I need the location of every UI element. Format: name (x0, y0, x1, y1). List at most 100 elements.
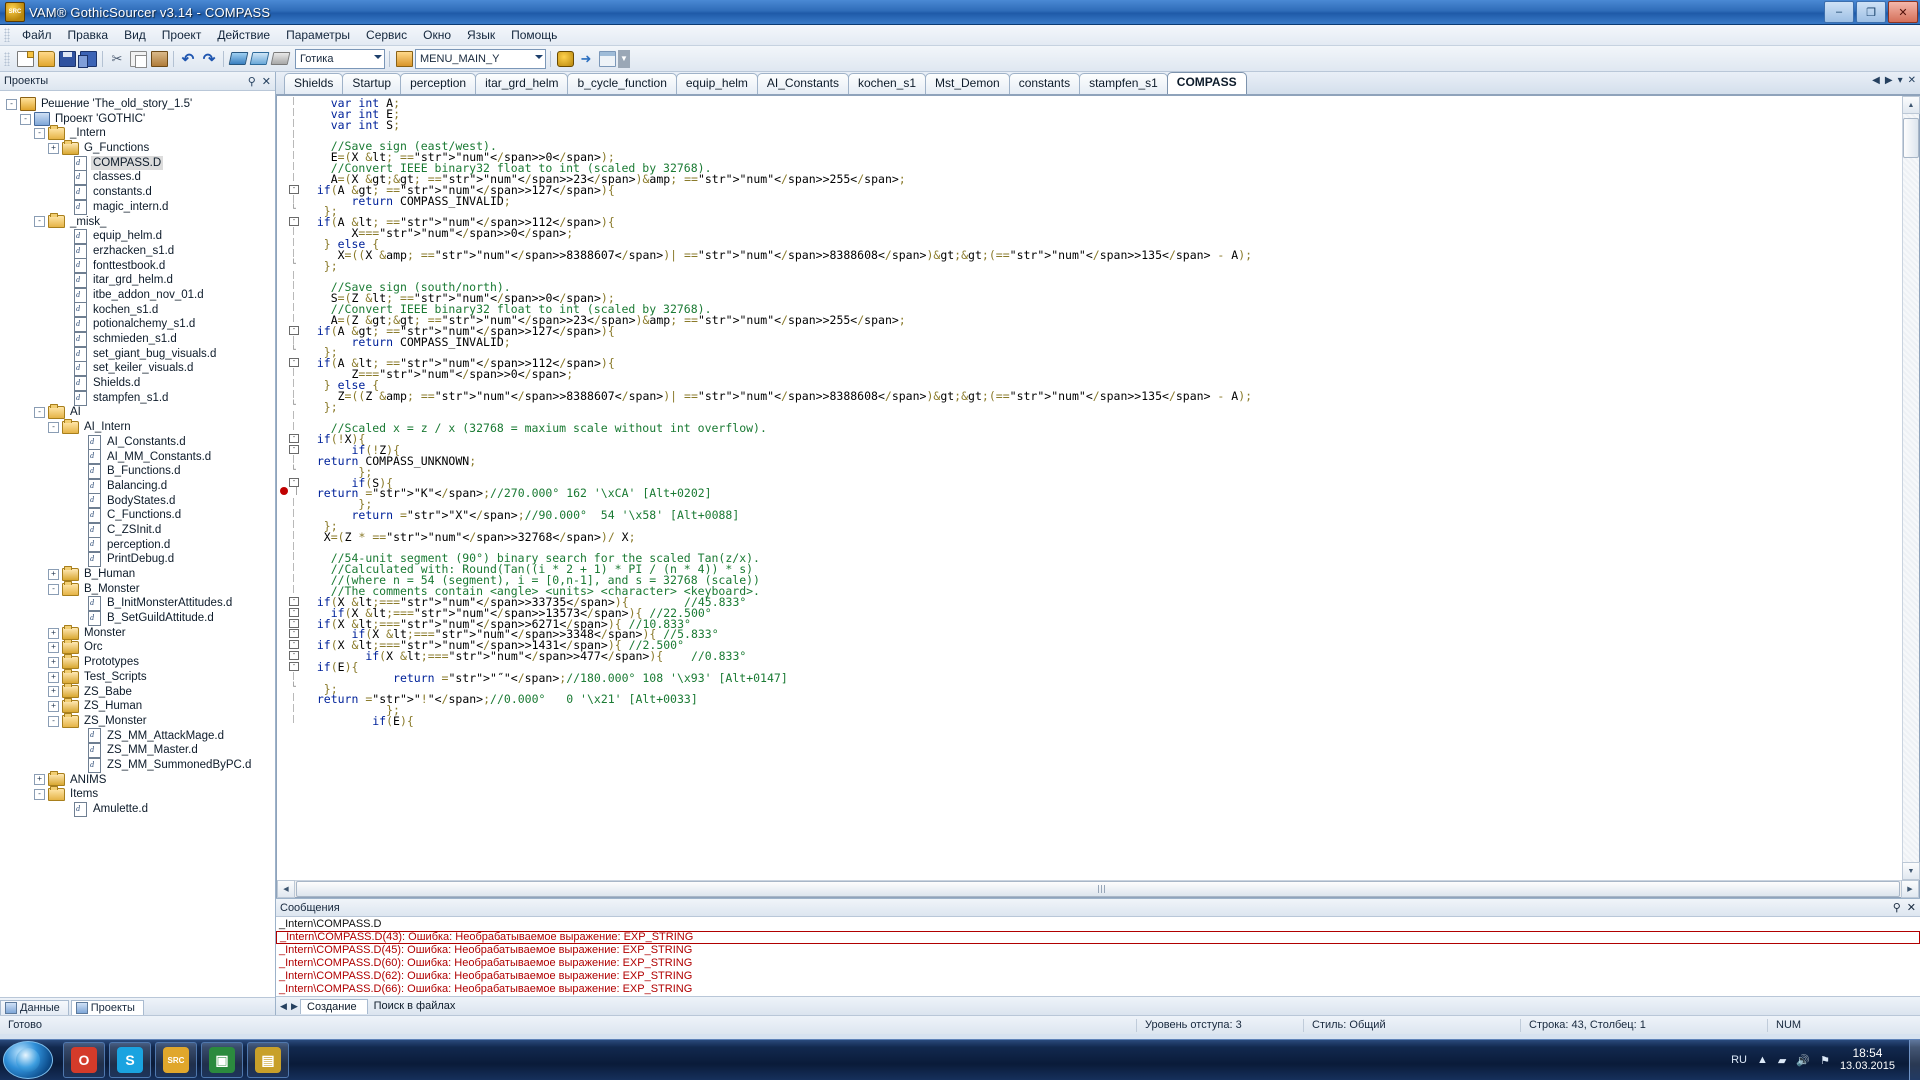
tree-item[interactable]: + Orc (6, 639, 275, 655)
fold-marker[interactable]: - (277, 660, 303, 671)
tree-item[interactable]: AI_Constants.d (6, 434, 275, 450)
fold-marker[interactable]: | (277, 378, 303, 389)
fold-marker[interactable]: | (277, 280, 303, 291)
tree-item[interactable]: fonttestbook.d (6, 258, 275, 274)
collapse-icon[interactable]: - (34, 128, 45, 140)
scroll-left-button[interactable]: ◀ (277, 880, 295, 898)
menu-help[interactable]: Помощь (503, 26, 565, 44)
symbol-select[interactable]: MENU_MAIN_Y (415, 48, 546, 69)
fold-marker[interactable]: | (277, 497, 303, 508)
fold-marker[interactable]: | (277, 226, 303, 237)
tree-item[interactable]: ZS_MM_SummonedByPC.d (6, 757, 275, 773)
tree-item[interactable]: - Решение 'The_old_story_1.5' (6, 97, 275, 112)
fold-marker[interactable]: | (277, 172, 303, 183)
tree-item[interactable]: potionalchemy_s1.d (6, 317, 275, 333)
tree-item[interactable]: - _Intern (6, 125, 275, 141)
tree-item[interactable]: B_Functions.d (6, 464, 275, 480)
code-line[interactable]: var int A; (303, 97, 1902, 109)
undo-button[interactable]: ↶ (178, 49, 198, 69)
pin-icon[interactable]: ⚲ (1893, 901, 1901, 914)
tree-item[interactable]: + G_Functions (6, 139, 275, 156)
tree-item[interactable]: + Monster (6, 624, 275, 641)
vscroll-thumb[interactable] (1903, 118, 1919, 158)
tree-item[interactable]: + Test_Scripts (6, 668, 275, 685)
fold-marker[interactable]: | (277, 519, 303, 530)
expand-icon[interactable]: + (48, 642, 59, 654)
tree-item[interactable]: - ZS_Monster (6, 712, 275, 729)
message-error-row[interactable]: _Intern\COMPASS.D(45): Ошибка: Необрабат… (276, 944, 1920, 957)
fold-marker[interactable]: | (277, 194, 303, 205)
fold-marker[interactable]: └ (277, 345, 303, 356)
tree-item[interactable]: + B_Human (6, 565, 275, 582)
tab-close-button[interactable]: ✕ (1908, 75, 1916, 86)
code-line[interactable]: //Scaled x = z / x (32768 = maxium scale… (303, 423, 1902, 435)
fold-marker[interactable]: - (277, 432, 303, 444)
editor-tab-itar_grd_helm[interactable]: itar_grd_helm (475, 73, 569, 94)
fold-marker[interactable]: - (277, 595, 303, 606)
fold-marker[interactable]: | (277, 302, 303, 313)
tree-item[interactable]: BodyStates.d (6, 493, 275, 509)
tree-item[interactable]: set_giant_bug_visuals.d (6, 346, 275, 362)
tree-item[interactable]: stampfen_s1.d (6, 390, 275, 406)
fold-marker[interactable]: | (277, 139, 303, 150)
fold-marker[interactable]: | (277, 541, 303, 552)
build-button[interactable] (249, 49, 269, 69)
fold-marker[interactable]: | (277, 129, 303, 140)
menu-parameters[interactable]: Параметры (278, 26, 358, 44)
collapse-icon[interactable]: - (34, 216, 45, 228)
cut-button[interactable]: ✂ (107, 49, 127, 69)
tree-item[interactable]: erzhacken_s1.d (6, 243, 275, 259)
fold-marker[interactable]: | (277, 573, 303, 584)
goto-button[interactable]: ➜ (576, 49, 596, 69)
fold-marker[interactable]: | (277, 671, 303, 682)
scroll-up-button[interactable]: ▲ (1902, 96, 1920, 114)
close-icon[interactable]: ✕ (262, 75, 271, 88)
toolbar-grip[interactable] (4, 51, 10, 66)
panel-tab-projects[interactable]: Проекты (70, 1000, 144, 1015)
editor-tabstrip[interactable]: Shields Startup perception itar_grd_helm b_c… (276, 72, 1920, 95)
code-line[interactable] (303, 131, 1902, 142)
menu-file[interactable]: Файл (14, 26, 60, 44)
code-text[interactable]: var int A; var int E; var int S; //Save … (303, 96, 1902, 880)
maximize-button[interactable]: ❐ (1856, 1, 1886, 23)
fold-marker[interactable]: | (277, 161, 303, 172)
paste-button[interactable] (149, 49, 169, 69)
code-line[interactable]: var int S; (303, 119, 1902, 131)
menu-project[interactable]: Проект (154, 26, 210, 44)
fold-marker[interactable]: | (277, 584, 303, 595)
fold-marker[interactable]: └ (277, 204, 303, 215)
run-game-button[interactable] (555, 49, 575, 69)
message-error-row[interactable]: _Intern\COMPASS.D(43): Ошибка: Необрабат… (276, 931, 1920, 944)
fold-marker[interactable]: | (277, 410, 303, 421)
fold-marker[interactable]: - (277, 649, 303, 661)
tab-list-button[interactable]: ▾ (1898, 75, 1903, 86)
symbol-book-button[interactable] (394, 49, 414, 69)
editor-tab-compass[interactable]: COMPASS (1166, 72, 1247, 94)
collapse-icon[interactable]: - (48, 583, 59, 595)
editor-gutter[interactable]: | | | | | | | | - | └ - | | | └ | | | | | - | └ - | | | └ | | - - | └ - | | | |… (277, 96, 303, 880)
tree-item[interactable]: set_keiler_visuals.d (6, 361, 275, 377)
save-button[interactable] (57, 49, 77, 69)
fold-marker[interactable]: └ (277, 682, 303, 693)
expand-icon[interactable]: + (48, 656, 59, 668)
tree-item[interactable]: B_InitMonsterAttitudes.d (6, 596, 275, 612)
code-line[interactable]: if(A &gt; =="str">"num"</span>>127</span… (303, 184, 1902, 196)
fold-marker[interactable]: | (277, 530, 303, 541)
rebuild-button[interactable] (270, 49, 290, 69)
tree-item[interactable]: itbe_addon_nov_01.d (6, 287, 275, 303)
fold-marker[interactable]: | (277, 107, 303, 118)
tree-item[interactable]: - Проект 'GOTHIC' (6, 112, 275, 127)
save-all-button[interactable] (77, 49, 98, 69)
fold-marker[interactable]: | (277, 237, 303, 248)
redo-button[interactable]: ↷ (199, 49, 219, 69)
fold-marker[interactable]: | (277, 454, 303, 465)
code-line[interactable]: }; (303, 705, 1902, 717)
expand-icon[interactable]: + (48, 701, 59, 713)
code-line[interactable]: X=(Z * =="str">"num"</span>>32768</span>… (303, 531, 1902, 543)
tree-item[interactable]: magic_intern.d (6, 199, 275, 215)
tree-item[interactable]: - AI (6, 404, 275, 420)
fold-marker[interactable]: | (277, 703, 303, 714)
tree-item[interactable]: perception.d (6, 537, 275, 553)
window-button[interactable] (597, 49, 617, 69)
code-line[interactable]: return ="str">"K"</span>;//270.000° 162 … (303, 488, 1902, 500)
